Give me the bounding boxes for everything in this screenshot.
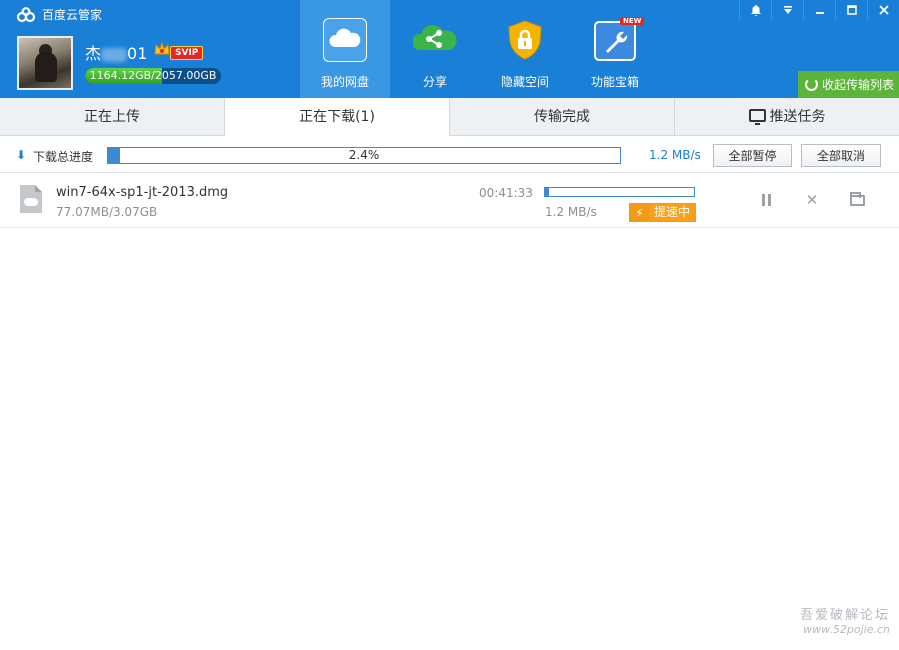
download-arrow-icon: ⬇ — [16, 148, 27, 162]
tab-push-tasks[interactable]: 推送任务 — [675, 98, 899, 136]
total-progress-toolbar: ⬇ 下载总进度 2.4% 1.2 MB/s 全部暂停 全部取消 — [0, 137, 899, 173]
total-progress-label: 下载总进度 — [33, 150, 94, 164]
cancel-task-icon[interactable]: ✕ — [804, 191, 820, 209]
total-progress-percent: 2.4% — [348, 148, 380, 162]
nav-label: 分享 — [422, 75, 447, 89]
share-icon — [413, 25, 457, 50]
nav-label: 我的网盘 — [320, 75, 369, 89]
file-cloud-icon — [20, 185, 42, 213]
app-title-bar: 百度云管家 — [16, 6, 102, 23]
tab-downloading[interactable]: 正在下载(1) — [225, 98, 450, 137]
total-progress-bar: 2.4% — [107, 147, 621, 164]
file-size: 77.07MB/3.07GB — [56, 205, 158, 219]
nav-hidden-space[interactable]: 隐藏空间 — [480, 0, 570, 98]
app-title: 百度云管家 — [42, 8, 103, 22]
svip-badge: SVIP — [170, 46, 204, 60]
bell-icon[interactable] — [739, 0, 771, 20]
window-controls — [739, 0, 899, 20]
username-prefix: 杰 — [85, 44, 102, 63]
watermark-line2: www.52pojie.cn — [803, 623, 890, 636]
boost-label: 提速中 — [649, 204, 695, 221]
username-suffix: 01 — [127, 44, 148, 63]
new-badge: NEW — [620, 17, 645, 25]
watermark: 吾爱破解论坛 www.52pojie.cn — [778, 604, 890, 636]
pause-all-button[interactable]: 全部暂停 — [713, 144, 792, 167]
tab-completed[interactable]: 传输完成 — [450, 98, 675, 136]
cancel-all-button[interactable]: 全部取消 — [801, 144, 881, 167]
app-header: 百度云管家 杰 01 SVIP 1164.12GB/2057.00GB 我的网盘 — [0, 0, 899, 98]
nav-share[interactable]: 分享 — [390, 0, 480, 98]
tab-uploading[interactable]: 正在上传 — [0, 98, 225, 136]
storage-quota-text: 1164.12GB/2057.00GB — [89, 69, 217, 82]
dropdown-icon[interactable] — [771, 0, 803, 20]
speed-boost-button[interactable]: ⚡ 提速中 — [629, 203, 696, 222]
nav-label: 隐藏空间 — [500, 75, 549, 89]
minimize-icon[interactable] — [803, 0, 835, 20]
monitor-icon — [748, 109, 766, 125]
nav-toolbox[interactable]: 功能宝箱 — [570, 0, 660, 98]
lightning-icon: ⚡ — [630, 204, 649, 221]
maximize-icon[interactable] — [835, 0, 867, 20]
task-speed: 1.2 MB/s — [545, 205, 597, 219]
avatar[interactable] — [17, 36, 73, 90]
nav-label: 功能宝箱 — [590, 75, 639, 89]
username-redaction — [101, 47, 128, 62]
baidu-cloud-logo-icon — [16, 6, 36, 22]
task-progress-bar — [544, 187, 695, 197]
pause-icon[interactable] — [758, 192, 774, 208]
tab-push-label: 推送任务 — [769, 109, 826, 125]
lock-shield-icon — [508, 20, 542, 60]
watermark-line1: 吾爱破解论坛 — [799, 608, 890, 623]
crown-icon — [154, 41, 170, 55]
username[interactable]: 杰 01 — [85, 40, 147, 64]
folder-icon[interactable] — [849, 191, 865, 208]
nav-my-disk[interactable]: 我的网盘 — [300, 0, 390, 98]
transfer-tabs: 正在上传 正在下载(1) 传输完成 推送任务 — [0, 98, 899, 137]
table-row[interactable]: win7-64x-sp1-jt-2013.dmg 77.07MB/3.07GB … — [0, 174, 899, 228]
collapse-transfer-list-button[interactable]: 收起传输列表 — [798, 71, 899, 98]
total-speed: 1.2 MB/s — [649, 148, 701, 162]
file-name: win7-64x-sp1-jt-2013.dmg — [56, 185, 229, 200]
cloud-icon — [323, 18, 367, 62]
collapse-label: 收起传输列表 — [822, 78, 895, 92]
time-remaining: 00:41:33 — [479, 186, 533, 200]
storage-quota-bar: 1164.12GB/2057.00GB — [85, 68, 221, 84]
close-icon[interactable] — [867, 0, 899, 20]
main-nav: 我的网盘 分享 隐藏空间 功能宝箱 — [300, 0, 660, 98]
task-progress-fill — [545, 188, 549, 196]
refresh-ring-icon — [805, 78, 818, 91]
